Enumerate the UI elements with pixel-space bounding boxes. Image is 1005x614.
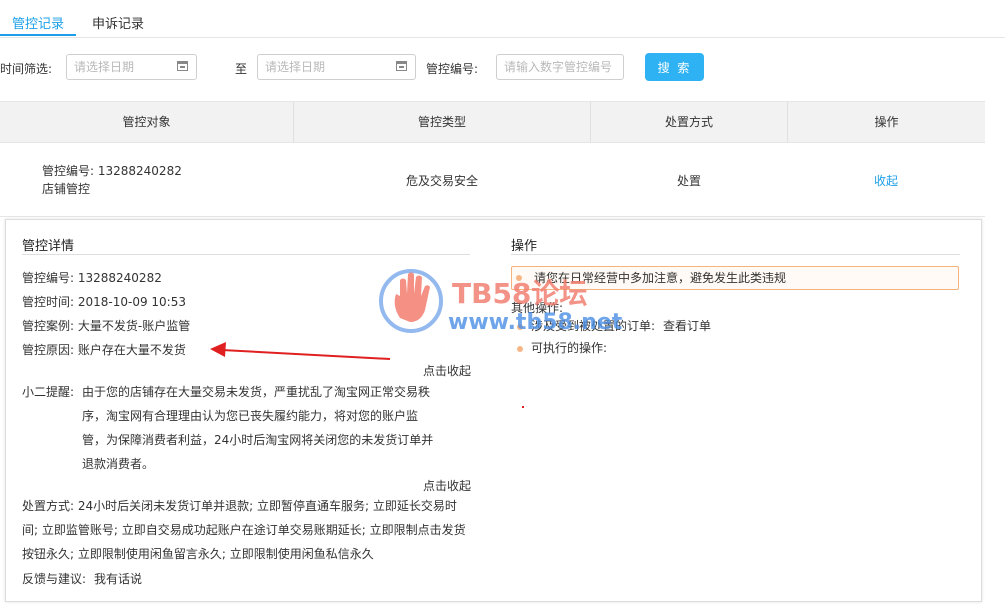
affected-orders-text: 涉及受到被处置的订单: (531, 319, 656, 333)
warning-text: 请您在日常经营中多加注意，避免发生此类违规 (534, 271, 787, 285)
header-disposal-method: 处置方式 (664, 115, 713, 129)
header-action: 操作 (874, 115, 899, 129)
start-date-field[interactable] (66, 54, 197, 80)
control-code-field[interactable] (496, 54, 624, 80)
detail-control-time: 管控时间: 2018-10-09 10:53 (22, 295, 186, 309)
warning-notice: 请您在日常经营中多加注意，避免发生此类违规 (511, 266, 959, 290)
start-date-input[interactable] (74, 59, 184, 75)
tab-control-records[interactable]: 管控记录 (12, 13, 64, 32)
annotation-arrow (210, 342, 391, 360)
row-control-object-type: 店铺管控 (42, 182, 91, 196)
feedback-link[interactable]: 我有话说 (94, 571, 142, 587)
tip-label: 小二提醒: (22, 385, 75, 399)
detail-title: 管控详情 (22, 239, 75, 254)
tab-bar: 管控记录 申诉记录 (0, 0, 1005, 38)
detail-control-code: 管控编号: 13288240282 (22, 271, 162, 285)
row-control-type: 危及交易安全 (406, 174, 479, 188)
tip-line: 序，淘宝网有合理理由认为您已丧失履约能力，将对您的账户监 (82, 409, 419, 423)
calendar-icon[interactable] (177, 61, 188, 71)
view-orders-link[interactable]: 查看订单 (663, 318, 711, 334)
tip-line: 退款消费者。 (82, 457, 155, 471)
bullet-dot-icon (517, 346, 523, 352)
bullet-dot-icon (517, 324, 523, 330)
time-filter-label: 时间筛选: (0, 62, 53, 76)
disposal-method-line: 间; 立即监管账号; 立即自交易成功起账户在途订单交易账期延长; 立即限制点击发… (22, 523, 466, 537)
operation-title-divider (511, 254, 960, 255)
end-date-field[interactable] (257, 54, 416, 80)
row-disposal-method: 处置 (677, 174, 702, 188)
detail-title-divider (22, 254, 470, 255)
control-code-input[interactable] (504, 59, 622, 75)
tip-line: 由于您的店铺存在大量交易未发货，严重扰乱了淘宝网正常交易秩 (82, 385, 431, 399)
arrow-head (210, 342, 226, 357)
operation-title: 操作 (511, 239, 538, 254)
search-button[interactable]: 搜 索 (645, 53, 704, 81)
other-operations-label: 其他操作: (511, 301, 564, 315)
red-speck (522, 406, 524, 408)
tab-appeal-records[interactable]: 申诉记录 (92, 13, 144, 32)
tip-line: 管，为保障消费者利益，24小时后淘宝网将关闭您的未发货订单并 (82, 433, 434, 447)
header-control-object: 管控对象 (122, 115, 171, 129)
collapse-reason-link[interactable]: 点击收起 (423, 363, 471, 379)
table-row: 管控编号: 13288240282 店铺管控 危及交易安全 处置 收起 (0, 142, 985, 217)
header-control-type: 管控类型 (417, 115, 466, 129)
row-control-code: 管控编号: 13288240282 (42, 164, 182, 178)
active-tab-indicator (0, 34, 76, 36)
disposal-method-line: 处置方式: 24小时后关闭未发货订单并退款; 立即暂停直通车服务; 立即延长交易… (22, 499, 457, 513)
table-header: 管控对象 管控类型 处置方式 操作 (0, 101, 985, 143)
executable-operations-label: 可执行的操作: (531, 341, 608, 355)
date-range-to-label: 至 (235, 62, 248, 76)
feedback-label: 反馈与建议: (22, 572, 87, 586)
arrow-shaft (221, 349, 391, 360)
detail-control-case: 管控案例: 大量不发货-账户监管 (22, 319, 191, 333)
detail-control-reason: 管控原因: 账户存在大量不发货 (22, 343, 186, 357)
disposal-method-line: 按钮永久; 立即限制使用闲鱼留言永久; 立即限制使用闲鱼私信永久 (22, 547, 374, 561)
control-code-label: 管控编号: (426, 62, 479, 76)
end-date-input[interactable] (265, 59, 375, 75)
collapse-row-link[interactable]: 收起 (874, 172, 898, 189)
warning-dot-icon (516, 275, 522, 281)
collapse-tip-link[interactable]: 点击收起 (423, 478, 471, 494)
calendar-icon[interactable] (396, 61, 407, 71)
